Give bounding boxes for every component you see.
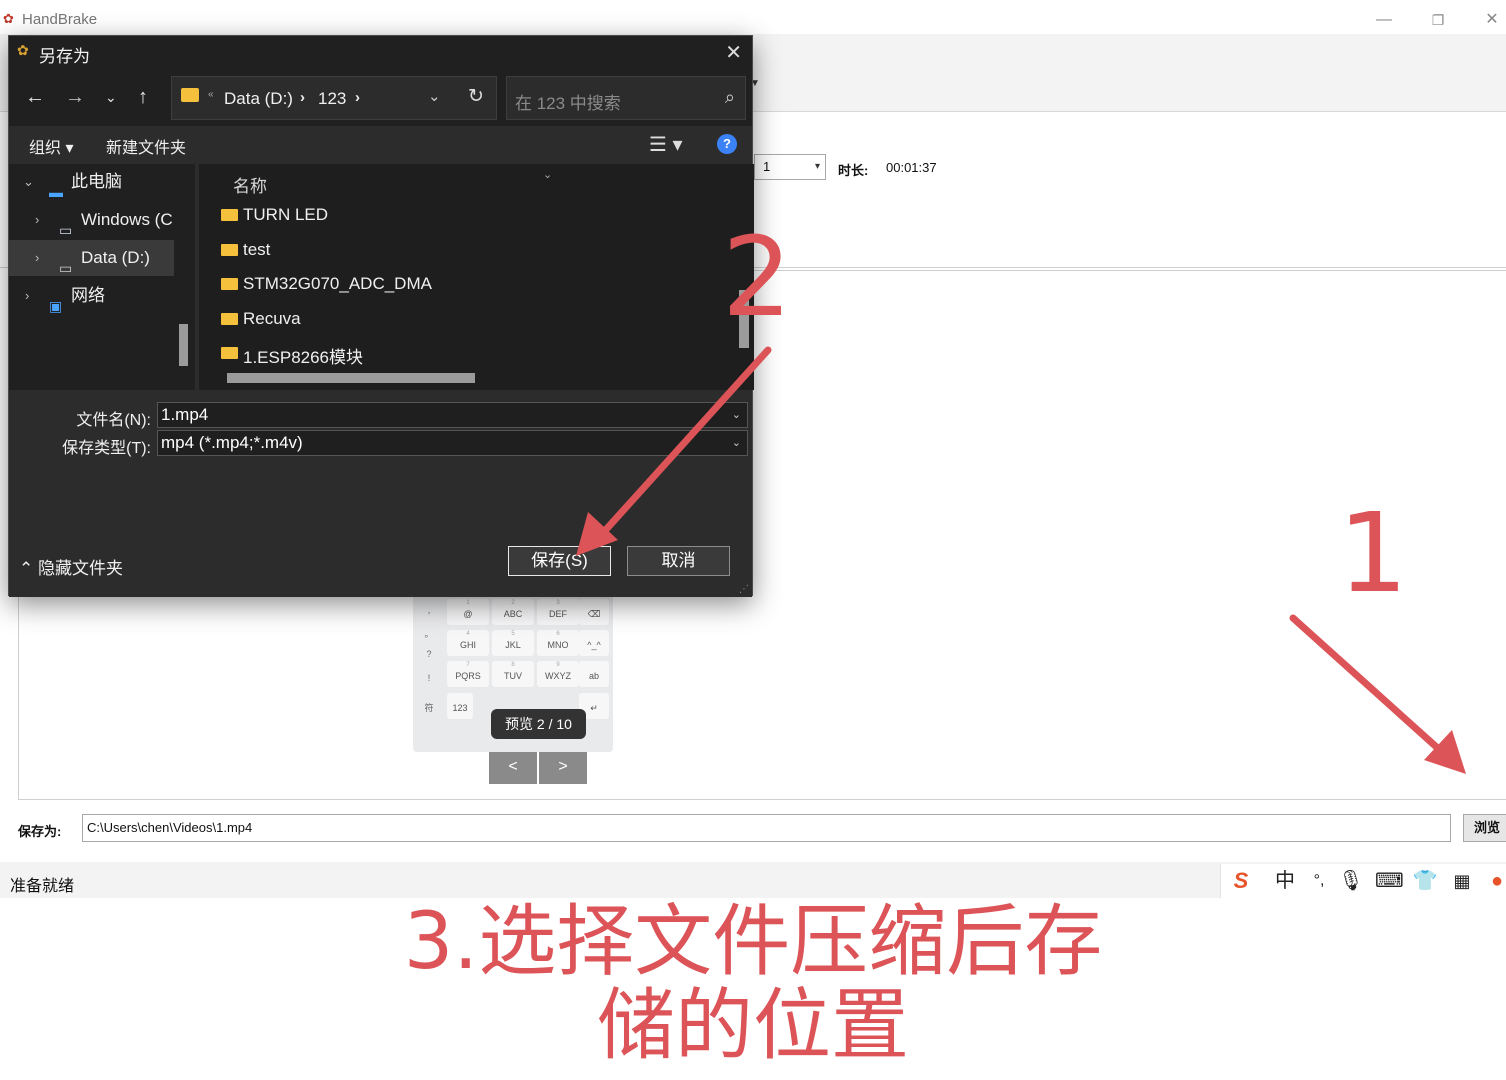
caption-text: 3.选择文件压缩后存 储的位置 [0, 900, 1506, 1068]
arrow-to-browse-button [1289, 614, 1446, 756]
caption-line-1: 3.选择文件压缩后存 [403, 897, 1103, 987]
step-2-label: 2 [722, 213, 792, 341]
step-1-label: 1 [1338, 489, 1408, 617]
arrow-to-save-button [598, 346, 772, 538]
caption-line-2: 储的位置 [596, 981, 909, 1071]
arrowhead-browse [1424, 730, 1466, 774]
